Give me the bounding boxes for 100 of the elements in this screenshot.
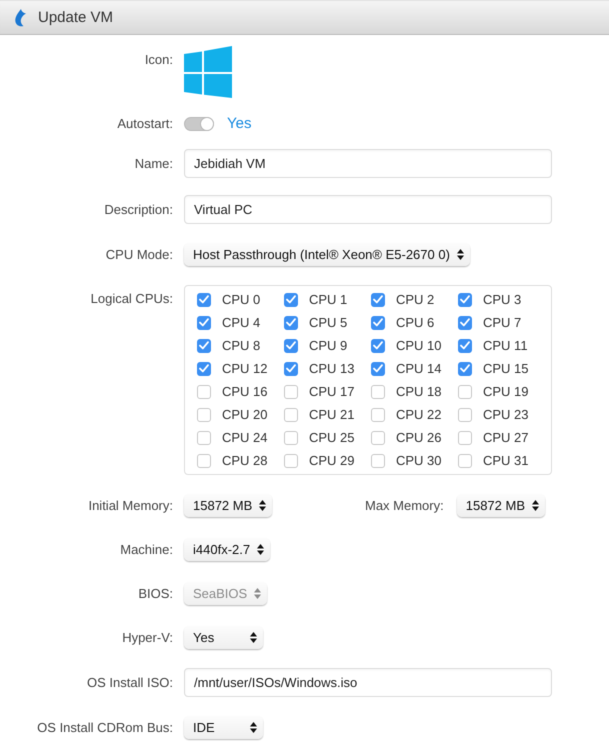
checkbox[interactable] [284, 408, 298, 422]
dropdown-select[interactable]: i440fx-2.7 [184, 538, 270, 561]
checkbox[interactable] [284, 338, 298, 352]
checkbox[interactable] [197, 292, 211, 306]
checkbox-label: CPU 10 [396, 338, 442, 353]
field-label: Autostart: [117, 116, 173, 131]
field-label: OS Install CDRom Bus: [37, 720, 173, 735]
check-icon [373, 318, 383, 327]
dropdown-select[interactable]: 15872 MB [184, 494, 272, 517]
checkbox[interactable] [458, 362, 472, 376]
field-label: OS Install ISO: [87, 675, 173, 690]
checkbox[interactable] [284, 362, 298, 376]
field-label: Icon: [144, 51, 173, 67]
check-icon [286, 295, 296, 304]
checkbox-label: CPU 19 [483, 384, 529, 399]
checkbox-label: CPU 25 [309, 430, 355, 445]
field-label: BIOS: [138, 586, 173, 601]
checkbox-label: CPU 29 [309, 453, 355, 468]
checkbox[interactable] [371, 454, 385, 468]
toggle-state-text: Yes [227, 115, 252, 132]
checkbox-label: CPU 27 [483, 430, 529, 445]
up-down-caret-icon [254, 588, 262, 599]
checkbox[interactable] [197, 430, 211, 444]
checkbox[interactable] [197, 384, 211, 398]
field-label: Initial Memory: [88, 498, 173, 513]
field-label: CPU Mode: [106, 247, 173, 262]
checkbox-label: CPU 8 [222, 338, 260, 353]
check-icon [286, 318, 296, 327]
check-icon [373, 295, 383, 304]
checkbox-label: CPU 13 [309, 361, 355, 376]
checkbox-label: CPU 3 [483, 292, 522, 307]
checkbox[interactable] [458, 408, 472, 422]
checkbox[interactable] [197, 338, 211, 352]
checkbox[interactable] [197, 408, 211, 422]
check-icon [373, 341, 383, 350]
checkbox[interactable] [197, 362, 211, 376]
checkbox[interactable] [197, 454, 211, 468]
checkbox[interactable] [371, 316, 385, 330]
up-down-caret-icon [250, 722, 257, 733]
field-label: Name: [134, 156, 173, 171]
dropdown-select[interactable]: Yes [184, 626, 263, 649]
text-field[interactable]: /mnt/user/ISOs/Windows.iso [184, 668, 552, 697]
checkbox[interactable] [197, 316, 211, 330]
checkbox[interactable] [284, 384, 298, 398]
check-icon [460, 318, 470, 327]
checkbox-label: CPU 21 [309, 407, 355, 422]
checkbox-label: CPU 30 [396, 453, 442, 468]
check-icon [286, 364, 296, 373]
checkbox-label: CPU 14 [396, 361, 442, 376]
check-icon [199, 295, 209, 304]
text-field[interactable]: Virtual PC [184, 195, 552, 224]
checkbox[interactable] [371, 292, 385, 306]
checkbox[interactable] [458, 430, 472, 444]
checkbox-label: CPU 28 [222, 453, 268, 468]
check-icon [199, 364, 209, 373]
checkbox-label: CPU 23 [483, 407, 529, 422]
checkbox-label: CPU 16 [222, 384, 268, 399]
checkbox-label: CPU 4 [222, 315, 260, 330]
checkbox-label: CPU 24 [222, 430, 268, 445]
checkbox-label: CPU 17 [309, 384, 355, 399]
checkbox-label: CPU 31 [483, 453, 529, 468]
check-icon [286, 341, 296, 350]
checkbox[interactable] [371, 338, 385, 352]
up-down-caret-icon [456, 249, 464, 260]
checkbox[interactable] [371, 362, 385, 376]
window-title: Update VM [38, 9, 114, 26]
check-icon [460, 295, 470, 304]
checkbox[interactable] [284, 292, 298, 306]
checkbox[interactable] [458, 384, 472, 398]
dropdown-select[interactable]: Host Passthrough (Intel® Xeon® E5-2670 0) [184, 243, 470, 266]
dropdown-select[interactable]: 15872 MB [456, 494, 545, 517]
checkbox-label: CPU 12 [222, 361, 268, 376]
dropdown-select[interactable]: IDE [184, 716, 263, 739]
checkbox[interactable] [458, 316, 472, 330]
field-label: Hyper-V: [122, 630, 173, 645]
check-icon [199, 341, 209, 350]
checkbox-label: CPU 18 [396, 384, 442, 399]
checkbox[interactable] [284, 454, 298, 468]
checkbox-label: CPU 20 [222, 407, 268, 422]
checkbox-label: CPU 6 [396, 315, 434, 330]
checkbox-label: CPU 9 [309, 338, 348, 353]
checkbox[interactable] [371, 408, 385, 422]
checkbox-label: CPU 11 [483, 338, 528, 353]
checkbox[interactable] [371, 430, 385, 444]
checkbox[interactable] [284, 430, 298, 444]
check-icon [460, 341, 470, 350]
check-icon [460, 364, 470, 373]
checkbox[interactable] [458, 454, 472, 468]
up-down-caret-icon [532, 500, 539, 511]
checkbox-label: CPU 2 [396, 292, 434, 307]
checkbox[interactable] [371, 384, 385, 398]
text-field[interactable]: Jebidiah VM [184, 149, 552, 178]
field-label: Machine: [120, 542, 173, 557]
checkbox[interactable] [284, 316, 298, 330]
checkbox[interactable] [458, 292, 472, 306]
field-label: Logical CPUs: [90, 290, 173, 306]
checkbox[interactable] [458, 338, 472, 352]
field-label: Description: [104, 202, 173, 217]
checkbox-label: CPU 5 [309, 315, 348, 330]
toggle-switch[interactable] [184, 116, 214, 130]
